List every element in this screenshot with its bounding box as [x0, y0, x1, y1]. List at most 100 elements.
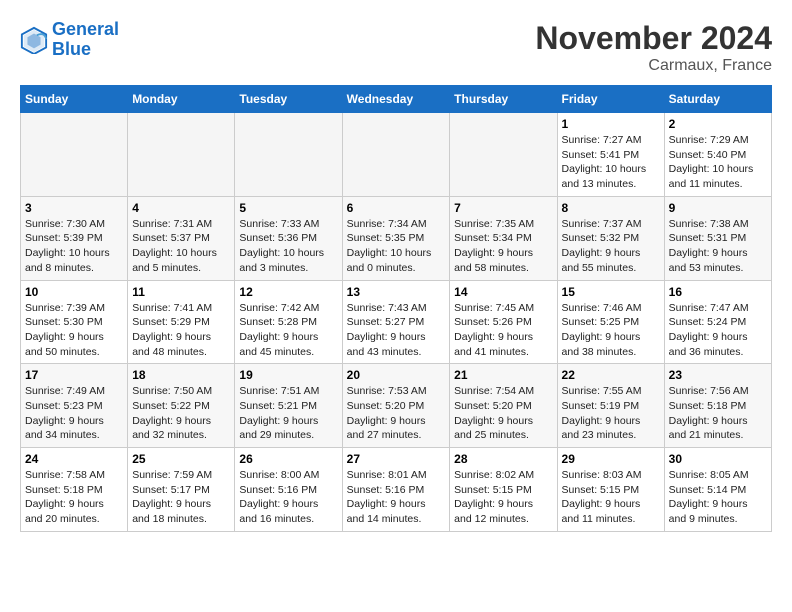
calendar-cell: 12 Sunrise: 7:42 AM Sunset: 5:28 PM Dayli…: [235, 280, 342, 364]
day-info: Sunrise: 8:02 AM Sunset: 5:15 PM Dayligh…: [454, 468, 552, 527]
calendar-cell: 3 Sunrise: 7:30 AM Sunset: 5:39 PM Daylig…: [21, 196, 128, 280]
calendar-cell: 14 Sunrise: 7:45 AM Sunset: 5:26 PM Dayli…: [450, 280, 557, 364]
day-number: 10: [25, 285, 123, 299]
day-info: Sunrise: 8:03 AM Sunset: 5:15 PM Dayligh…: [562, 468, 660, 527]
calendar-cell: 26Sunrise: 8:00 AM Sunset: 5:16 PM Dayli…: [235, 448, 342, 532]
calendar-cell: 2 Sunrise: 7:29 AM Sunset: 5:40 PM Daylig…: [664, 113, 771, 197]
day-info: Sunrise: 7:33 AM Sunset: 5:36 PM Dayligh…: [239, 217, 337, 276]
day-number: 29: [562, 452, 660, 466]
day-info: Sunrise: 7:45 AM Sunset: 5:26 PM Dayligh…: [454, 301, 552, 360]
day-info: Sunrise: 7:41 AM Sunset: 5:29 PM Dayligh…: [132, 301, 230, 360]
day-number: 13: [347, 285, 446, 299]
day-number: 26: [239, 452, 337, 466]
month-title: November 2024: [535, 20, 772, 57]
day-number: 15: [562, 285, 660, 299]
day-info: Sunrise: 7:35 AM Sunset: 5:34 PM Dayligh…: [454, 217, 552, 276]
calendar-week-3: 10 Sunrise: 7:39 AM Sunset: 5:30 PM Dayli…: [21, 280, 772, 364]
day-info: Sunrise: 7:51 AM Sunset: 5:21 PM Dayligh…: [239, 384, 337, 443]
day-number: 30: [669, 452, 767, 466]
calendar-week-4: 17 Sunrise: 7:49 AM Sunset: 5:23 PM Dayli…: [21, 364, 772, 448]
calendar-cell: 5 Sunrise: 7:33 AM Sunset: 5:36 PM Daylig…: [235, 196, 342, 280]
calendar-cell: 27 Sunrise: 8:01 AM Sunset: 5:16 PM Dayli…: [342, 448, 450, 532]
day-info: Sunrise: 7:59 AM Sunset: 5:17 PM Dayligh…: [132, 468, 230, 527]
weekday-header-saturday: Saturday: [664, 86, 771, 113]
day-number: 23: [669, 368, 767, 382]
day-number: 21: [454, 368, 552, 382]
calendar-cell: 11 Sunrise: 7:41 AM Sunset: 5:29 PM Dayli…: [128, 280, 235, 364]
calendar-cell: 19 Sunrise: 7:51 AM Sunset: 5:21 PM Dayli…: [235, 364, 342, 448]
calendar-cell: 25 Sunrise: 7:59 AM Sunset: 5:17 PM Dayli…: [128, 448, 235, 532]
day-info: Sunrise: 7:42 AM Sunset: 5:28 PM Dayligh…: [239, 301, 337, 360]
location: Carmaux, France: [535, 57, 772, 75]
day-number: 2: [669, 117, 767, 131]
calendar-cell: 17 Sunrise: 7:49 AM Sunset: 5:23 PM Dayli…: [21, 364, 128, 448]
logo-icon: [20, 26, 48, 54]
day-number: 9: [669, 201, 767, 215]
weekday-header-thursday: Thursday: [450, 86, 557, 113]
calendar-cell: 30 Sunrise: 8:05 AM Sunset: 5:14 PM Dayli…: [664, 448, 771, 532]
calendar-cell: 23 Sunrise: 7:56 AM Sunset: 5:18 PM Dayli…: [664, 364, 771, 448]
calendar-cell: 28 Sunrise: 8:02 AM Sunset: 5:15 PM Dayli…: [450, 448, 557, 532]
day-number: 1: [562, 117, 660, 131]
day-number: 27: [347, 452, 446, 466]
calendar-cell: [21, 113, 128, 197]
calendar-table: SundayMondayTuesdayWednesdayThursdayFrid…: [20, 85, 772, 532]
day-number: 20: [347, 368, 446, 382]
day-info: Sunrise: 7:27 AM Sunset: 5:41 PM Dayligh…: [562, 133, 660, 192]
day-info: Sunrise: 7:58 AM Sunset: 5:18 PM Dayligh…: [25, 468, 123, 527]
day-info: Sunrise: 7:53 AM Sunset: 5:20 PM Dayligh…: [347, 384, 446, 443]
calendar-cell: 22 Sunrise: 7:55 AM Sunset: 5:19 PM Dayli…: [557, 364, 664, 448]
day-info: Sunrise: 7:55 AM Sunset: 5:19 PM Dayligh…: [562, 384, 660, 443]
day-number: 5: [239, 201, 337, 215]
calendar-cell: 13 Sunrise: 7:43 AM Sunset: 5:27 PM Dayli…: [342, 280, 450, 364]
day-number: 11: [132, 285, 230, 299]
calendar-cell: [342, 113, 450, 197]
weekday-header-friday: Friday: [557, 86, 664, 113]
calendar-week-2: 3 Sunrise: 7:30 AM Sunset: 5:39 PM Daylig…: [21, 196, 772, 280]
calendar-cell: 15 Sunrise: 7:46 AM Sunset: 5:25 PM Dayli…: [557, 280, 664, 364]
calendar-cell: 8Sunrise: 7:37 AM Sunset: 5:32 PM Daylig…: [557, 196, 664, 280]
day-info: Sunrise: 7:31 AM Sunset: 5:37 PM Dayligh…: [132, 217, 230, 276]
day-number: 25: [132, 452, 230, 466]
day-info: Sunrise: 7:38 AM Sunset: 5:31 PM Dayligh…: [669, 217, 767, 276]
day-info: Sunrise: 7:29 AM Sunset: 5:40 PM Dayligh…: [669, 133, 767, 192]
day-info: Sunrise: 7:30 AM Sunset: 5:39 PM Dayligh…: [25, 217, 123, 276]
weekday-header-wednesday: Wednesday: [342, 86, 450, 113]
calendar-cell: [450, 113, 557, 197]
day-info: Sunrise: 7:54 AM Sunset: 5:20 PM Dayligh…: [454, 384, 552, 443]
day-number: 22: [562, 368, 660, 382]
day-info: Sunrise: 8:01 AM Sunset: 5:16 PM Dayligh…: [347, 468, 446, 527]
calendar-cell: 1 Sunrise: 7:27 AM Sunset: 5:41 PM Daylig…: [557, 113, 664, 197]
day-info: Sunrise: 7:49 AM Sunset: 5:23 PM Dayligh…: [25, 384, 123, 443]
calendar-cell: [128, 113, 235, 197]
day-info: Sunrise: 7:43 AM Sunset: 5:27 PM Dayligh…: [347, 301, 446, 360]
day-info: Sunrise: 7:39 AM Sunset: 5:30 PM Dayligh…: [25, 301, 123, 360]
weekday-header-monday: Monday: [128, 86, 235, 113]
day-number: 28: [454, 452, 552, 466]
day-number: 12: [239, 285, 337, 299]
calendar-header-row: SundayMondayTuesdayWednesdayThursdayFrid…: [21, 86, 772, 113]
weekday-header-sunday: Sunday: [21, 86, 128, 113]
day-number: 7: [454, 201, 552, 215]
calendar-cell: 7 Sunrise: 7:35 AM Sunset: 5:34 PM Daylig…: [450, 196, 557, 280]
day-number: 14: [454, 285, 552, 299]
day-number: 19: [239, 368, 337, 382]
day-info: Sunrise: 8:05 AM Sunset: 5:14 PM Dayligh…: [669, 468, 767, 527]
day-number: 17: [25, 368, 123, 382]
day-number: 3: [25, 201, 123, 215]
logo: General Blue: [20, 20, 119, 60]
calendar-cell: 18 Sunrise: 7:50 AM Sunset: 5:22 PM Dayli…: [128, 364, 235, 448]
calendar-cell: 21 Sunrise: 7:54 AM Sunset: 5:20 PM Dayli…: [450, 364, 557, 448]
day-info: Sunrise: 7:56 AM Sunset: 5:18 PM Dayligh…: [669, 384, 767, 443]
logo-text: General Blue: [52, 20, 119, 60]
day-info: Sunrise: 7:34 AM Sunset: 5:35 PM Dayligh…: [347, 217, 446, 276]
day-number: 18: [132, 368, 230, 382]
calendar-cell: 9 Sunrise: 7:38 AM Sunset: 5:31 PM Daylig…: [664, 196, 771, 280]
day-info: Sunrise: 7:47 AM Sunset: 5:24 PM Dayligh…: [669, 301, 767, 360]
day-info: Sunrise: 7:50 AM Sunset: 5:22 PM Dayligh…: [132, 384, 230, 443]
calendar-cell: 10 Sunrise: 7:39 AM Sunset: 5:30 PM Dayli…: [21, 280, 128, 364]
calendar-week-1: 1 Sunrise: 7:27 AM Sunset: 5:41 PM Daylig…: [21, 113, 772, 197]
day-info: Sunrise: 7:46 AM Sunset: 5:25 PM Dayligh…: [562, 301, 660, 360]
calendar-cell: 6Sunrise: 7:34 AM Sunset: 5:35 PM Daylig…: [342, 196, 450, 280]
calendar-week-5: 24Sunrise: 7:58 AM Sunset: 5:18 PM Dayli…: [21, 448, 772, 532]
